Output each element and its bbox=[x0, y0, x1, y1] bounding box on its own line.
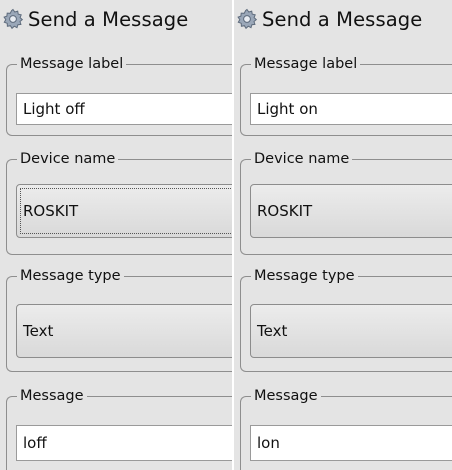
window-titlebar: Send a Message bbox=[0, 0, 232, 38]
message-type-value: Text bbox=[23, 322, 54, 340]
send-message-window-right: Send a Message Message label Light on De… bbox=[234, 0, 452, 470]
message-label-input[interactable]: Light on bbox=[250, 93, 452, 125]
device-name-value: ROSKIT bbox=[257, 202, 313, 220]
message-label-value: Light on bbox=[257, 100, 318, 118]
message-label-group: Message label Light on bbox=[240, 55, 452, 136]
window-title: Send a Message bbox=[262, 7, 423, 31]
message-type-value: Text bbox=[257, 322, 288, 340]
message-type-group: Message type Text bbox=[240, 267, 452, 372]
message-input[interactable]: loff bbox=[16, 425, 232, 461]
message-input[interactable]: lon bbox=[250, 425, 452, 461]
gear-icon bbox=[236, 8, 258, 30]
device-name-button[interactable]: ROSKIT bbox=[16, 184, 232, 238]
message-value: loff bbox=[23, 434, 47, 452]
message-legend: Message bbox=[251, 387, 321, 405]
window-titlebar: Send a Message bbox=[234, 0, 452, 38]
send-message-window-left: Send a Message Message label Light off D… bbox=[0, 0, 232, 470]
device-name-button[interactable]: ROSKIT bbox=[250, 184, 452, 238]
message-label-input[interactable]: Light off bbox=[16, 93, 232, 125]
message-label-value: Light off bbox=[23, 100, 85, 118]
device-name-legend: Device name bbox=[17, 150, 119, 168]
device-name-group: Device name ROSKIT bbox=[240, 150, 452, 255]
window-title: Send a Message bbox=[28, 7, 189, 31]
message-label-group: Message label Light off bbox=[6, 55, 232, 136]
message-group: Message lon bbox=[240, 387, 452, 470]
message-label-legend: Message label bbox=[17, 55, 127, 73]
message-type-legend: Message type bbox=[17, 267, 124, 285]
message-group: Message loff bbox=[6, 387, 232, 470]
device-name-value: ROSKIT bbox=[23, 202, 79, 220]
message-legend: Message bbox=[17, 387, 87, 405]
message-type-button[interactable]: Text bbox=[16, 304, 232, 358]
gear-icon bbox=[2, 8, 24, 30]
message-type-group: Message type Text bbox=[6, 267, 232, 372]
device-name-group: Device name ROSKIT bbox=[6, 150, 232, 255]
message-value: lon bbox=[257, 434, 280, 452]
message-label-legend: Message label bbox=[251, 55, 361, 73]
message-type-button[interactable]: Text bbox=[250, 304, 452, 358]
device-name-legend: Device name bbox=[251, 150, 353, 168]
message-type-legend: Message type bbox=[251, 267, 358, 285]
